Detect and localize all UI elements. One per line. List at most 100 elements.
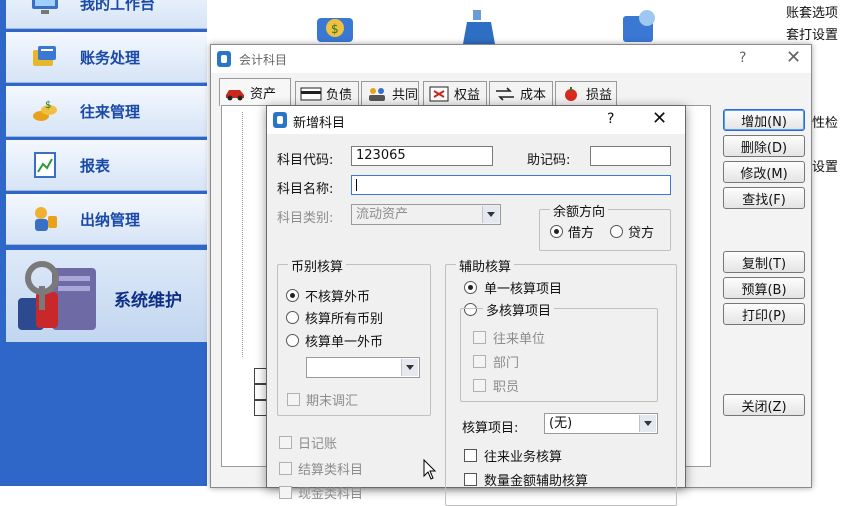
balance-direction-group: 余额方向 借方 贷方 bbox=[539, 201, 671, 251]
close-button[interactable]: 关闭(Z) bbox=[723, 394, 805, 416]
find-button[interactable]: 查找(F) bbox=[723, 187, 805, 209]
nav-cashier[interactable]: 出纳管理 bbox=[6, 194, 207, 245]
tab-common[interactable]: 共同 bbox=[361, 81, 419, 105]
employee-checkbox[interactable] bbox=[473, 379, 486, 392]
car-icon bbox=[226, 89, 244, 100]
single-item-radio[interactable] bbox=[464, 281, 477, 294]
chevron-down-icon[interactable] bbox=[401, 359, 418, 376]
budget-button[interactable]: 预算(B) bbox=[723, 277, 805, 299]
currency-group: 币别核算 不核算外币 核算所有币别 核算单一外币 期末调汇 bbox=[277, 256, 431, 416]
tab-profit-loss[interactable]: 损益 bbox=[555, 81, 617, 105]
period-end-checkbox[interactable] bbox=[287, 393, 300, 406]
dialog-titlebar[interactable]: 新增科目 ? ✕ bbox=[267, 106, 685, 134]
settlement-label: 结算类科目 bbox=[298, 463, 364, 478]
single-currency-radio[interactable] bbox=[286, 334, 299, 347]
apple-icon bbox=[565, 86, 577, 101]
settlement-checkbox[interactable] bbox=[279, 462, 292, 475]
option-label[interactable]: 不核算外币 bbox=[305, 286, 370, 305]
quantity-checkbox[interactable] bbox=[464, 473, 477, 486]
window-title: 会计科目 bbox=[239, 53, 288, 67]
group-title: 辅助核算 bbox=[456, 256, 515, 275]
category-label: 科目类别: bbox=[277, 211, 334, 226]
tab-label: 成本 bbox=[520, 88, 547, 103]
all-currency-radio[interactable] bbox=[286, 311, 299, 324]
svg-text:$: $ bbox=[331, 22, 339, 36]
no-foreign-currency-radio[interactable] bbox=[286, 289, 299, 302]
modify-button[interactable]: 修改(M) bbox=[723, 161, 805, 183]
group-title[interactable]: 多核算项目 bbox=[483, 300, 555, 319]
nav-accounting[interactable]: 账务处理 bbox=[6, 32, 207, 83]
option-label[interactable]: 核算所有币别 bbox=[305, 308, 383, 327]
debit-radio[interactable] bbox=[550, 225, 563, 238]
business-checkbox[interactable] bbox=[464, 449, 477, 462]
money-bag-icon[interactable]: $ bbox=[313, 6, 357, 46]
chevron-down-icon[interactable] bbox=[482, 206, 499, 223]
tab-label: 权益 bbox=[454, 88, 481, 103]
nav-system-maintenance[interactable]: 系统维护 bbox=[6, 250, 207, 342]
group-title: 币别核算 bbox=[288, 256, 347, 275]
cash-checkbox[interactable] bbox=[279, 486, 292, 499]
help-button[interactable]: ? bbox=[739, 50, 746, 66]
close-icon[interactable]: ✕ bbox=[786, 47, 801, 68]
option-label: 职员 bbox=[493, 380, 520, 395]
account-window-titlebar[interactable]: 会计科目 ? ✕ bbox=[211, 45, 811, 73]
people-icon bbox=[369, 87, 385, 101]
app-icon bbox=[273, 112, 287, 128]
option-label[interactable]: 核算单一外币 bbox=[305, 331, 383, 350]
mnemonic-field[interactable] bbox=[590, 146, 671, 166]
currency-select[interactable] bbox=[306, 357, 420, 378]
menu-item[interactable]: 账套选项 bbox=[786, 2, 838, 21]
category-select[interactable]: 流动资产 bbox=[351, 204, 501, 225]
single-item-label[interactable]: 单一核算项目 bbox=[484, 278, 562, 297]
credit-radio[interactable] bbox=[610, 225, 623, 238]
multi-item-group: 多核算项目 往来单位 部门 职员 bbox=[460, 300, 658, 402]
credit-label[interactable]: 贷方 bbox=[628, 222, 654, 241]
add-button[interactable]: 增加(N) bbox=[723, 109, 805, 131]
name-field[interactable] bbox=[351, 175, 671, 195]
close-icon[interactable]: ✕ bbox=[652, 108, 667, 129]
monitor-icon bbox=[32, 0, 58, 14]
debit-label[interactable]: 借方 bbox=[568, 222, 594, 241]
nav-label: 报表 bbox=[80, 156, 111, 175]
code-field[interactable]: 123065 bbox=[351, 146, 493, 166]
business-label[interactable]: 往来业务核算 bbox=[484, 446, 562, 465]
tab-assets[interactable]: 资产 bbox=[219, 78, 291, 106]
tab-liabilities[interactable]: 负债 bbox=[295, 81, 359, 105]
name-label: 科目名称: bbox=[277, 182, 334, 197]
print-button[interactable]: 打印(P) bbox=[723, 303, 805, 325]
module-sidebar: 我的工作台 账务处理 $ 往来管理 报表 出纳管理 系统维护 bbox=[0, 0, 207, 486]
menu-item[interactable]: 套打设置 bbox=[786, 24, 838, 43]
report-icon bbox=[34, 152, 56, 178]
journal-label: 日记账 bbox=[298, 437, 338, 452]
mnemonic-label: 助记码: bbox=[527, 153, 571, 168]
help-button[interactable]: ? bbox=[607, 111, 614, 127]
item-select[interactable]: (无) bbox=[544, 413, 658, 434]
copy-button[interactable]: 复制(T) bbox=[723, 251, 805, 273]
bottle-icon[interactable] bbox=[457, 6, 501, 46]
auxiliary-group: 辅助核算 单一核算项目 多核算项目 往来单位 部门 职员 核算项目: (无) 往… bbox=[445, 256, 677, 506]
nav-receivables[interactable]: $ 往来管理 bbox=[6, 86, 207, 137]
certificate-icon bbox=[429, 86, 449, 101]
tools-icon[interactable] bbox=[617, 6, 661, 46]
tab-equity[interactable]: 权益 bbox=[423, 81, 487, 105]
nav-reports[interactable]: 报表 bbox=[6, 140, 207, 191]
chevron-down-icon[interactable] bbox=[639, 415, 656, 432]
delete-button[interactable]: 删除(D) bbox=[723, 135, 805, 157]
new-account-dialog: 新增科目 ? ✕ 科目代码: 123065 助记码: 科目名称: 科目类别: 流… bbox=[266, 105, 686, 506]
customer-checkbox[interactable] bbox=[473, 331, 486, 344]
option-label: 往来单位 bbox=[493, 332, 546, 347]
nav-my-workbench[interactable]: 我的工作台 bbox=[6, 0, 207, 29]
svg-text:$: $ bbox=[45, 100, 51, 111]
coins-icon: $ bbox=[33, 100, 57, 121]
tree-connector bbox=[242, 112, 244, 357]
quantity-label[interactable]: 数量金额辅助核算 bbox=[484, 470, 588, 489]
journal-checkbox[interactable] bbox=[279, 436, 292, 449]
tab-label: 负债 bbox=[326, 88, 353, 103]
department-checkbox[interactable] bbox=[473, 355, 486, 368]
tab-cost[interactable]: 成本 bbox=[489, 81, 553, 105]
text-cursor bbox=[356, 179, 357, 191]
tab-label: 损益 bbox=[586, 88, 613, 103]
item-value: (无) bbox=[549, 416, 573, 431]
nav-label: 我的工作台 bbox=[80, 0, 156, 13]
card-icon bbox=[300, 87, 322, 100]
